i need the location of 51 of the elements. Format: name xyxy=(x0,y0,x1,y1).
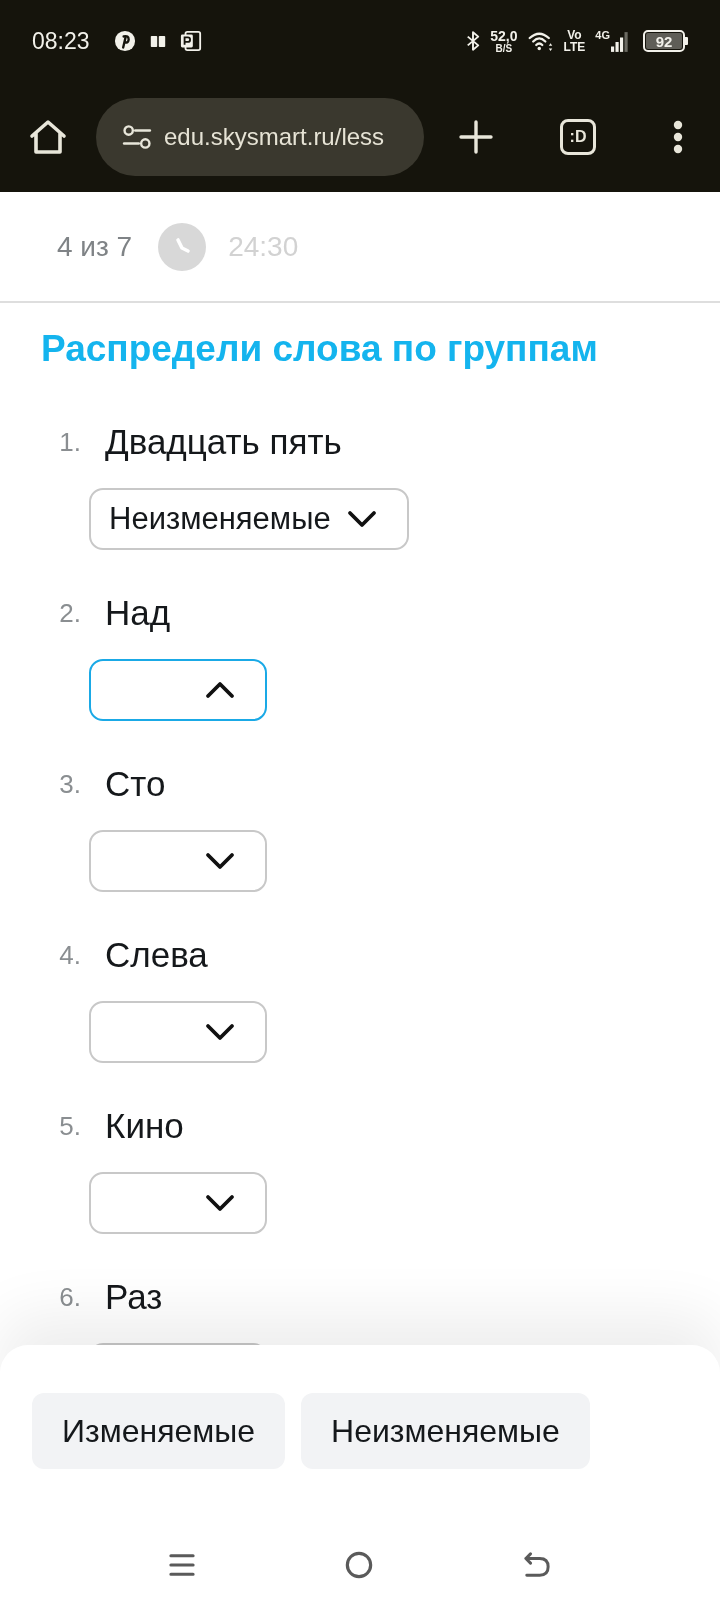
chevron-up-icon xyxy=(205,681,235,699)
item-number: 4. xyxy=(58,938,81,972)
bluetooth-icon xyxy=(466,30,481,52)
home-nav-button[interactable] xyxy=(345,1551,373,1579)
answer-dropdown[interactable]: Неизменяемые xyxy=(89,488,409,550)
answer-dropdown[interactable] xyxy=(89,659,267,721)
status-time: 08:23 xyxy=(32,26,90,56)
p-circle-icon xyxy=(113,30,136,52)
network-speed: 52,0 xyxy=(490,28,518,43)
volte-label: LTE xyxy=(563,41,586,53)
tab-switcher-button[interactable]: :D xyxy=(560,119,596,155)
home-icon xyxy=(28,117,68,157)
plus-icon xyxy=(459,120,493,154)
clock-icon xyxy=(158,222,207,271)
word-text: Над xyxy=(105,591,171,634)
item-number: 5. xyxy=(58,1109,81,1143)
volte-label: Vo xyxy=(567,29,582,41)
question-counter: 4 из 7 xyxy=(57,229,133,264)
item-number: 6. xyxy=(58,1280,81,1314)
back-button[interactable] xyxy=(523,1552,551,1578)
network-type: 4G xyxy=(595,30,610,41)
word-text: Раз xyxy=(105,1275,163,1318)
signal-icon xyxy=(611,32,629,52)
back-icon xyxy=(523,1552,551,1578)
answer-option-button[interactable]: Неизменяемые xyxy=(301,1393,590,1469)
recent-apps-button[interactable] xyxy=(169,1552,195,1578)
word-text: Кино xyxy=(105,1104,184,1147)
answer-option-button[interactable]: Изменяемые xyxy=(32,1393,286,1469)
chevron-down-icon xyxy=(346,510,377,528)
chevron-down-icon xyxy=(205,1023,235,1041)
more-menu-icon xyxy=(673,120,683,154)
item-number: 2. xyxy=(58,596,81,630)
p-document-icon xyxy=(179,30,202,52)
word-text: Сто xyxy=(105,762,166,805)
item-number: 1. xyxy=(58,425,81,459)
chevron-down-icon xyxy=(205,852,235,870)
task-title: Распредели слова по группам xyxy=(41,327,598,371)
more-menu-button[interactable] xyxy=(672,119,684,155)
item-number: 3. xyxy=(58,767,81,801)
word-text: Слева xyxy=(105,933,208,976)
address-bar[interactable]: edu.skysmart.ru/less xyxy=(96,98,424,176)
network-speed-unit: B/S xyxy=(495,43,513,54)
circle-icon xyxy=(345,1551,373,1579)
word-text: Двадцать пять xyxy=(105,420,342,463)
battery-percent: 92 xyxy=(655,33,673,49)
wifi-icon xyxy=(527,30,554,52)
url-text: edu.skysmart.ru/less xyxy=(164,122,385,152)
site-settings-icon[interactable] xyxy=(122,125,152,149)
pause-icon xyxy=(149,33,166,49)
menu-icon xyxy=(169,1553,195,1577)
chevron-down-icon xyxy=(205,1194,235,1212)
